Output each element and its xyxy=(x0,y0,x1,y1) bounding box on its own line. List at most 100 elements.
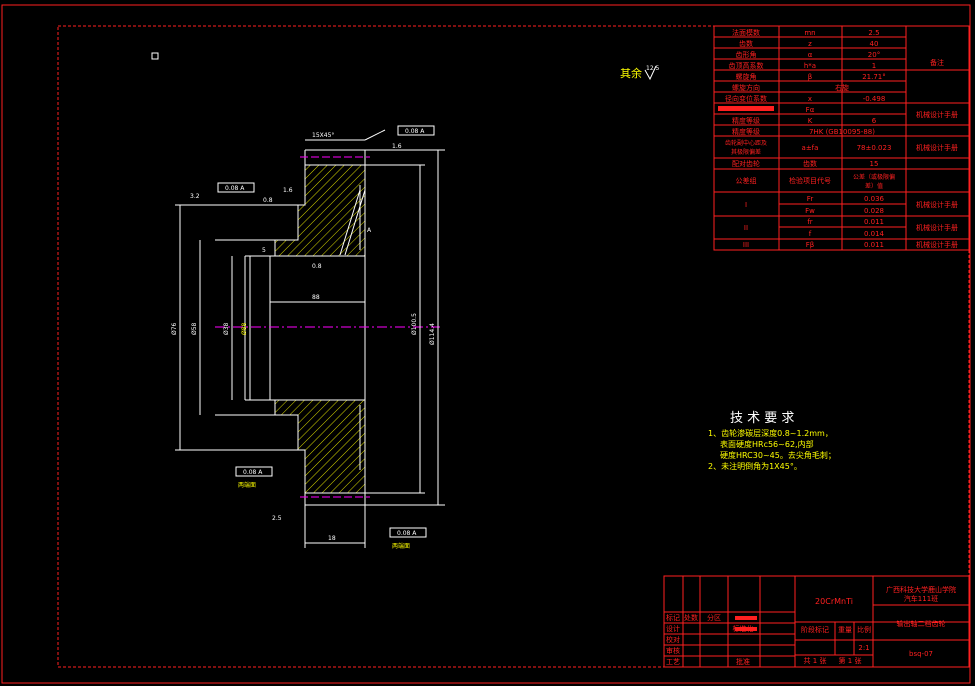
svg-text:差）值: 差）值 xyxy=(865,182,883,190)
svg-text:5: 5 xyxy=(262,247,266,254)
title-block-text: 20CrMnTi 广西科技大学鹿山学院 汽车111班 输出轴二档齿轮 bsq-0… xyxy=(666,585,956,666)
svg-text:Fr: Fr xyxy=(807,195,814,203)
svg-text:88: 88 xyxy=(312,294,320,301)
svg-text:硬度HRC30~45。去尖角毛刺；: 硬度HRC30~45。去尖角毛刺； xyxy=(720,450,836,460)
svg-text:Ø76: Ø76 xyxy=(171,322,178,335)
svg-text:机械设计手册: 机械设计手册 xyxy=(916,200,958,209)
svg-text:2.5: 2.5 xyxy=(868,29,879,37)
svg-text:40: 40 xyxy=(870,40,879,48)
svg-text:重量: 重量 xyxy=(838,626,852,634)
svg-text:0.014: 0.014 xyxy=(864,230,885,238)
svg-text:z: z xyxy=(808,40,812,48)
svg-text:Fα: Fα xyxy=(806,106,815,114)
svg-text:1、齿轮渗碳层深度0.8~1.2mm，: 1、齿轮渗碳层深度0.8~1.2mm， xyxy=(708,428,833,438)
svg-text:设计: 设计 xyxy=(666,624,680,633)
svg-text:机械设计手册: 机械设计手册 xyxy=(916,223,958,232)
svg-text:II: II xyxy=(744,224,748,232)
svg-text:径向变位系数: 径向变位系数 xyxy=(725,94,767,103)
svg-text:Ø100.5: Ø100.5 xyxy=(411,313,418,335)
svg-text:第 1 张: 第 1 张 xyxy=(839,656,862,665)
svg-text:Ø88: Ø88 xyxy=(241,322,248,335)
svg-text:批准: 批准 xyxy=(736,657,750,666)
svg-text:审核: 审核 xyxy=(666,646,680,655)
svg-text:78±0.023: 78±0.023 xyxy=(857,144,892,152)
svg-text:0.011: 0.011 xyxy=(864,241,884,249)
svg-text:0.08 A: 0.08 A xyxy=(397,530,417,537)
svg-text:18: 18 xyxy=(328,535,336,542)
svg-text:mn: mn xyxy=(804,29,815,37)
svg-text:其极限偏差: 其极限偏差 xyxy=(731,148,761,156)
svg-text:x: x xyxy=(808,95,812,103)
svg-text:0.08 A: 0.08 A xyxy=(405,128,425,135)
svg-text:h*a: h*a xyxy=(804,62,816,70)
svg-text:备注: 备注 xyxy=(930,58,944,67)
surface-note: 其余 12.5 xyxy=(620,65,660,81)
svg-text:机械设计手册: 机械设计手册 xyxy=(916,110,958,119)
svg-text:共 1 张: 共 1 张 xyxy=(804,656,827,665)
svg-text:阶段标记: 阶段标记 xyxy=(801,625,829,634)
svg-text:15X45°: 15X45° xyxy=(312,132,334,139)
svg-text:齿形角: 齿形角 xyxy=(736,50,757,59)
svg-text:齿顶高系数: 齿顶高系数 xyxy=(729,61,764,70)
svg-text:Ø114.4: Ø114.4 xyxy=(429,323,436,345)
svg-text:齿数: 齿数 xyxy=(739,39,753,48)
svg-text:机械设计手册: 机械设计手册 xyxy=(916,240,958,249)
svg-text:6: 6 xyxy=(872,117,877,125)
svg-text:A: A xyxy=(367,227,372,234)
svg-text:1.6: 1.6 xyxy=(392,143,402,150)
svg-text:f: f xyxy=(809,230,812,238)
outer-frame xyxy=(1,4,971,684)
svg-text:检验项目代号: 检验项目代号 xyxy=(789,176,831,185)
svg-text:0.028: 0.028 xyxy=(864,207,884,215)
svg-text:3.2: 3.2 xyxy=(190,193,200,200)
svg-text:表面硬度HRc56~62,内部: 表面硬度HRc56~62,内部 xyxy=(720,439,814,449)
svg-text:0.08 A: 0.08 A xyxy=(243,469,263,476)
svg-text:广西科技大学鹿山学院: 广西科技大学鹿山学院 xyxy=(886,585,956,594)
svg-text:-0.498: -0.498 xyxy=(863,95,886,103)
svg-text:公差组: 公差组 xyxy=(736,176,757,185)
svg-text:2:1: 2:1 xyxy=(858,644,869,652)
svg-text:工艺: 工艺 xyxy=(666,658,680,666)
svg-text:0.8: 0.8 xyxy=(263,197,273,204)
inner-frame xyxy=(57,25,970,668)
svg-text:校对: 校对 xyxy=(666,635,680,644)
svg-text:β: β xyxy=(808,73,812,81)
svg-text:法面模数: 法面模数 xyxy=(732,28,760,37)
svg-text:Fw: Fw xyxy=(805,207,815,215)
svg-text:III: III xyxy=(743,241,749,249)
svg-text:精度等级: 精度等级 xyxy=(732,127,760,136)
svg-text:公差（或极限偏: 公差（或极限偏 xyxy=(853,173,895,181)
svg-text:15: 15 xyxy=(870,160,879,168)
svg-text:两端面: 两端面 xyxy=(238,481,256,489)
svg-text:7HK (GB10095-88): 7HK (GB10095-88) xyxy=(809,128,875,136)
svg-text:精度等级: 精度等级 xyxy=(732,116,760,125)
svg-text:1: 1 xyxy=(872,62,876,70)
svg-text:汽车111班: 汽车111班 xyxy=(904,594,938,603)
svg-text:21.71°: 21.71° xyxy=(862,73,886,81)
svg-text:20CrMnTi: 20CrMnTi xyxy=(815,597,853,606)
svg-text:I: I xyxy=(745,201,747,209)
drawing-canvas: 其余 12.5 15X45° Ø76 Ø58 Ø38 Ø88 Ø100.5 Ø1… xyxy=(1,4,971,684)
svg-text:比例: 比例 xyxy=(857,625,871,634)
svg-text:0.8: 0.8 xyxy=(312,263,322,270)
svg-text:fr: fr xyxy=(807,218,812,226)
svg-text:机械设计手册: 机械设计手册 xyxy=(916,143,958,152)
svg-text:分区: 分区 xyxy=(707,613,721,622)
svg-text:齿数: 齿数 xyxy=(803,159,817,168)
dim-labels: 15X45° Ø76 Ø58 Ø38 Ø88 Ø100.5 Ø114.4 88 … xyxy=(171,132,436,542)
tech-requirements: 技 术 要 求 1、齿轮渗碳层深度0.8~1.2mm， 表面硬度HRc56~62… xyxy=(708,411,836,471)
svg-text:12.5: 12.5 xyxy=(646,65,660,72)
gear-body-upper xyxy=(274,164,366,257)
svg-text:输出轴二档齿轮: 输出轴二档齿轮 xyxy=(897,619,946,628)
svg-text:处数: 处数 xyxy=(684,613,698,622)
svg-text:技 术 要 求: 技 术 要 求 xyxy=(730,411,794,426)
svg-text:20°: 20° xyxy=(868,51,880,59)
svg-text:Ø38: Ø38 xyxy=(223,322,230,335)
corner-mark xyxy=(151,52,159,60)
svg-text:其余: 其余 xyxy=(620,66,642,80)
svg-text:0.011: 0.011 xyxy=(864,218,884,226)
svg-text:bsq-07: bsq-07 xyxy=(909,650,933,658)
svg-text:Fβ: Fβ xyxy=(806,241,815,249)
svg-text:螺旋角: 螺旋角 xyxy=(736,72,757,81)
svg-text:2、未注明倒角为1X45°。: 2、未注明倒角为1X45°。 xyxy=(708,461,802,471)
